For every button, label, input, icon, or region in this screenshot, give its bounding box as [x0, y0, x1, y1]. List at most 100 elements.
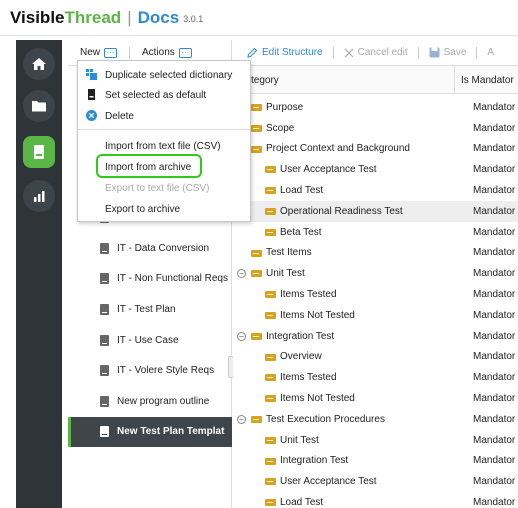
- toolbar-divider: [332, 46, 334, 59]
- section-label: Load Test: [280, 497, 324, 508]
- structure-row[interactable]: Scope Mandator: [233, 118, 518, 139]
- menu-item[interactable]: Export to archive: [78, 199, 250, 219]
- document-icon: [100, 426, 109, 438]
- dictionary-item-label: IT - Non Functional Reqs: [117, 273, 228, 285]
- section-label: Load Test: [280, 185, 324, 197]
- mandatory-value: Mandator: [473, 372, 516, 384]
- structure-row[interactable]: Items Tested Mandator: [233, 367, 518, 388]
- nav-home-button[interactable]: [23, 48, 55, 80]
- section-tag-icon: [251, 249, 262, 257]
- structure-row[interactable]: Load Test Mandator: [233, 492, 518, 508]
- save-button[interactable]: Save: [429, 47, 466, 58]
- nav-dictionaries-button[interactable]: [23, 136, 55, 168]
- section-tag-icon: [251, 124, 262, 132]
- structure-row[interactable]: − Integration Test Mandator: [233, 326, 518, 347]
- mandatory-value: Mandator: [473, 289, 516, 301]
- actions-label: Actions: [142, 47, 175, 58]
- menu-item-label: Delete: [105, 110, 134, 122]
- section-label: Scope: [266, 122, 295, 134]
- menu-item[interactable]: Duplicate selected dictionary: [78, 65, 250, 85]
- section-label: User Acceptance Test: [280, 164, 377, 176]
- menu-divider: [78, 129, 250, 130]
- add-label: A: [487, 47, 495, 58]
- structure-row[interactable]: Load Test Mandator: [233, 180, 518, 201]
- dictionary-item-label: IT - Volere Style Reqs: [117, 365, 215, 377]
- section-label: Unit Test: [280, 434, 319, 446]
- cancel-edit-button[interactable]: Cancel edit: [344, 47, 408, 58]
- menu-item[interactable]: Import from text file (CSV): [78, 136, 250, 156]
- column-divider[interactable]: [454, 66, 455, 94]
- brand-logo-thread: Thread: [64, 7, 122, 27]
- dictionary-item[interactable]: IT - Data Conversion: [68, 233, 232, 263]
- dictionary-item[interactable]: IT - Use Case: [68, 325, 232, 355]
- dictionary-item[interactable]: IT - Test Plan: [68, 294, 232, 324]
- collapse-toggle-icon[interactable]: −: [237, 331, 246, 341]
- structure-row[interactable]: Integration Test Mandator: [233, 451, 518, 472]
- section-tag-icon: [265, 312, 276, 319]
- section-tag-icon: [265, 374, 276, 382]
- nav-documents-button[interactable]: [23, 90, 55, 122]
- document-icon: [100, 334, 109, 346]
- mandatory-value: Mandator: [473, 247, 516, 259]
- dictionary-item[interactable]: New Test Plan Templat: [68, 416, 232, 447]
- actions-dropdown-menu: Duplicate selected dictionary Set selecte…: [77, 60, 251, 222]
- section-tag-icon: [251, 145, 262, 153]
- edit-structure-button[interactable]: Edit Structure: [247, 47, 323, 58]
- section-label: User Acceptance Test: [280, 476, 377, 488]
- actions-button[interactable]: Actions ···: [142, 47, 192, 58]
- more-dots-icon[interactable]: ···: [178, 47, 192, 58]
- mandatory-value: Mandator: [473, 309, 516, 321]
- section-tag-icon: [265, 395, 276, 403]
- section-tag-icon: [265, 291, 276, 299]
- structure-row[interactable]: Project Context and Background Mandator: [233, 139, 518, 160]
- menu-item[interactable]: Delete: [78, 106, 250, 126]
- document-icon: [100, 242, 109, 254]
- add-button[interactable]: A: [487, 47, 494, 58]
- structure-row[interactable]: Purpose Mandator: [233, 97, 518, 118]
- menu-item[interactable]: Set selected as default: [78, 85, 250, 105]
- section-label: Unit Test: [266, 268, 305, 280]
- structure-row[interactable]: User Acceptance Test Mandator: [233, 471, 518, 492]
- mandatory-value: Mandator: [473, 476, 516, 488]
- document-icon: [100, 303, 109, 315]
- structure-toolbar: Edit Structure Cancel edit Save A: [233, 40, 518, 66]
- section-label: Overview: [280, 351, 322, 363]
- edit-structure-label: Edit Structure: [262, 47, 323, 58]
- collapse-toggle-icon[interactable]: −: [237, 269, 246, 279]
- mandatory-value: Mandator: [473, 268, 516, 280]
- more-dots-icon[interactable]: ···: [104, 47, 118, 58]
- dictionary-item[interactable]: IT - Non Functional Reqs: [68, 264, 232, 294]
- collapse-toggle-icon[interactable]: −: [237, 415, 246, 424]
- mandatory-value: Mandator: [473, 101, 516, 113]
- document-icon: [100, 395, 109, 407]
- dictionary-item-label: IT - Test Plan: [117, 303, 176, 315]
- brand-logo-visible: Visible: [10, 7, 65, 27]
- dictionary-item-label: New Test Plan Templat: [117, 426, 225, 438]
- structure-row[interactable]: Test Items Mandator: [233, 243, 518, 264]
- mandatory-value: Mandator: [473, 351, 516, 363]
- dictionary-item[interactable]: New program outline: [68, 386, 232, 416]
- structure-row[interactable]: − Test Execution Procedures Mandator: [233, 409, 518, 430]
- column-header-mandatory[interactable]: Is Mandator: [461, 75, 514, 86]
- structure-row[interactable]: User Acceptance Test Mandator: [233, 159, 518, 180]
- section-tag-icon: [265, 166, 276, 174]
- structure-row[interactable]: Items Not Tested Mandator: [233, 388, 518, 409]
- section-tag-icon: [251, 270, 262, 278]
- new-button[interactable]: New ···: [80, 47, 118, 58]
- document-icon: [100, 365, 109, 377]
- structure-row[interactable]: Overview Mandator: [233, 347, 518, 368]
- dictionary-item-label: IT - Data Conversion: [117, 242, 210, 254]
- structure-row[interactable]: Unit Test Mandator: [233, 430, 518, 451]
- structure-row[interactable]: Operational Readiness Test Mandator: [233, 201, 518, 222]
- structure-row[interactable]: − Unit Test Mandator: [233, 263, 518, 284]
- version-label: 3.0.1: [183, 14, 204, 24]
- section-label: Purpose: [266, 101, 304, 113]
- section-tag-icon: [251, 104, 262, 111]
- column-header-category[interactable]: tegory: [251, 75, 279, 86]
- nav-reports-button[interactable]: [23, 180, 55, 212]
- dictionary-icon: [34, 145, 44, 159]
- structure-row[interactable]: Items Not Tested Mandator: [233, 305, 518, 326]
- structure-row[interactable]: Beta Test Mandator: [233, 222, 518, 243]
- dictionary-item[interactable]: IT - Volere Style Reqs: [68, 356, 232, 386]
- structure-row[interactable]: Items Tested Mandator: [233, 284, 518, 305]
